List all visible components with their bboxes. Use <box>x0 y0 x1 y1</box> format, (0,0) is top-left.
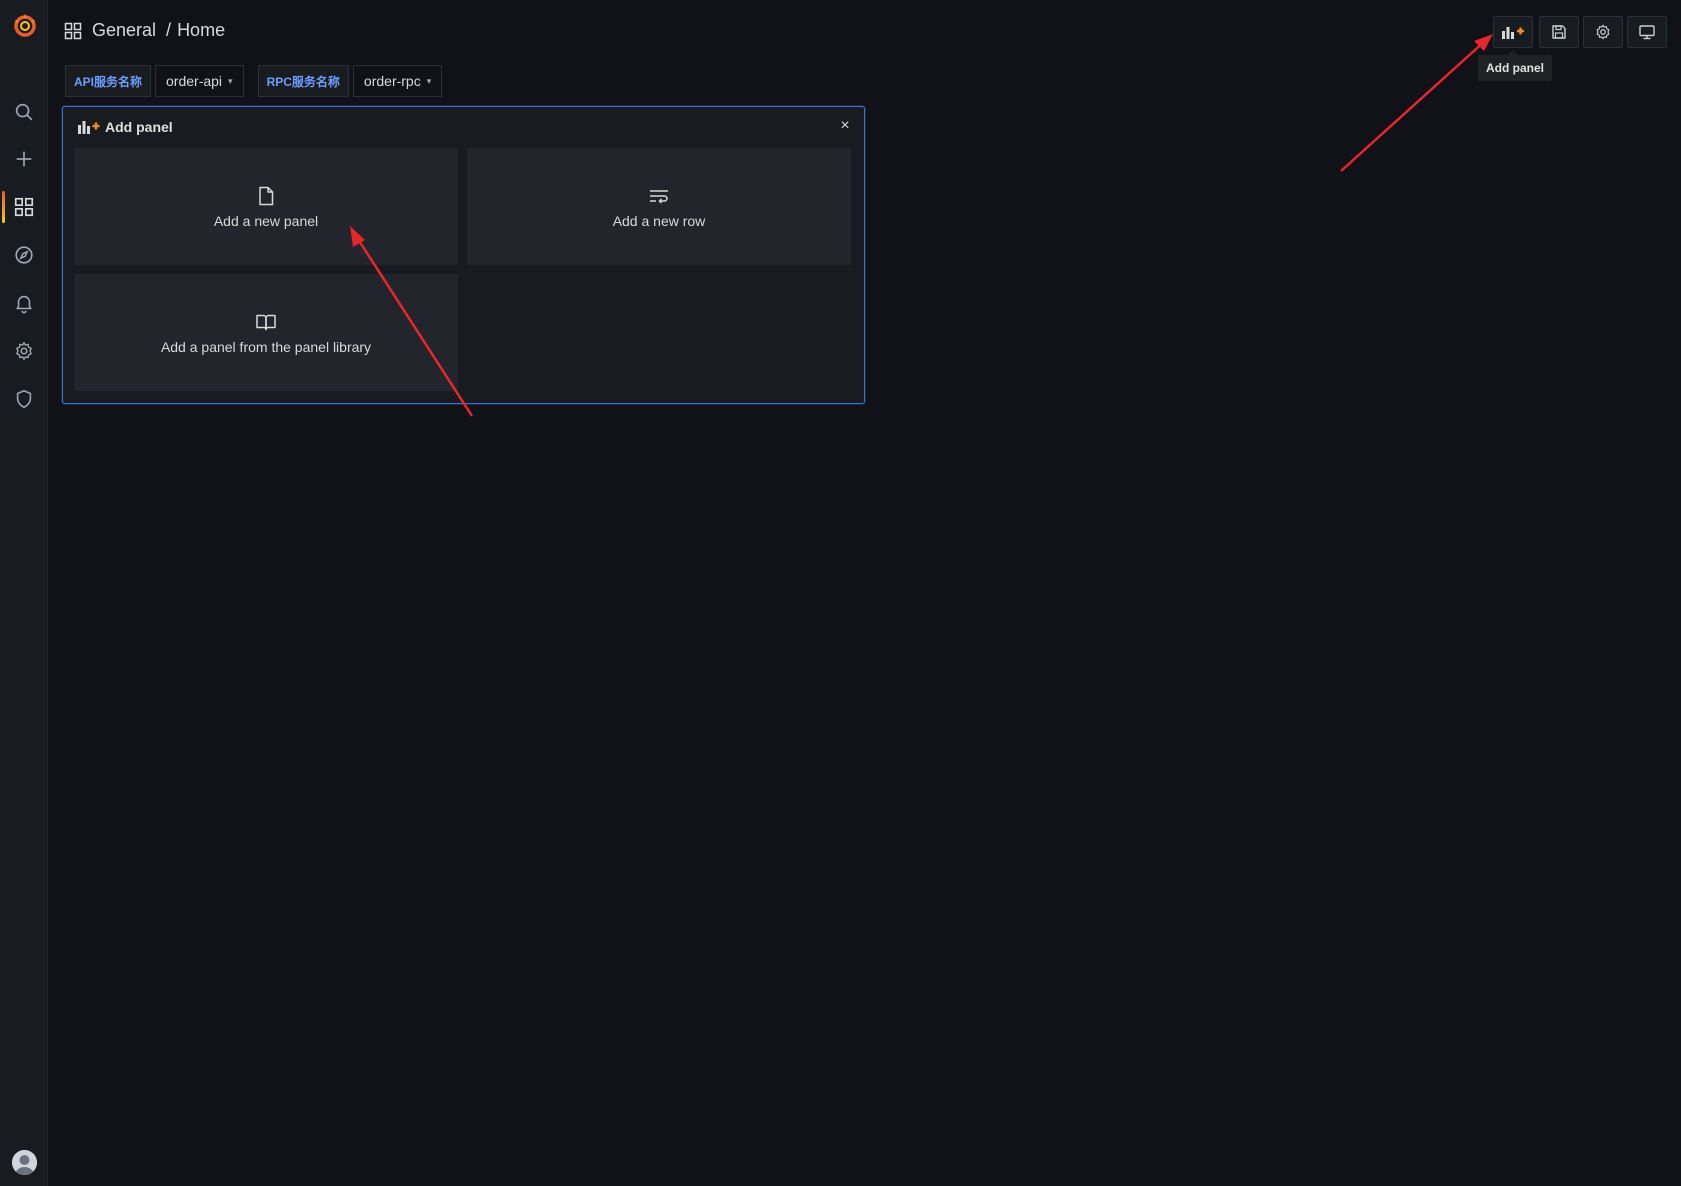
chevron-down-icon: ▾ <box>228 75 233 86</box>
bell-icon <box>16 295 32 314</box>
add-panel-button[interactable] <box>1493 16 1533 48</box>
breadcrumb-separator: / <box>166 20 172 40</box>
sidebar-item-create[interactable] <box>0 139 48 179</box>
add-panel-icon <box>1502 27 1524 39</box>
sidebar-item-alerting[interactable] <box>0 283 48 323</box>
add-panel-icon <box>78 121 100 134</box>
add-new-panel-label: Add a new panel <box>213 212 319 229</box>
user-avatar-icon <box>12 1150 37 1175</box>
explore-icon <box>15 246 33 264</box>
avatar[interactable] <box>12 1150 37 1175</box>
variable-label-rpc: RPC服务名称 <box>257 65 349 97</box>
save-dashboard-button[interactable] <box>1539 16 1579 48</box>
search-icon <box>15 103 33 121</box>
add-new-row-label: Add a new row <box>612 212 706 229</box>
gear-icon <box>16 342 32 360</box>
plus-icon <box>16 151 32 167</box>
template-variables: API服务名称 order-api ▾ RPC服务名称 order-rpc ▾ <box>65 65 443 97</box>
variable-value-rpc: order-rpc <box>363 73 421 89</box>
book-open-icon <box>256 314 276 330</box>
grafana-logo-icon[interactable] <box>10 10 40 40</box>
row-wrap-icon <box>650 189 668 204</box>
save-icon <box>1552 25 1566 39</box>
grafana-app: General / Home Add panel API服务名称 order-a… <box>0 0 1681 1186</box>
breadcrumb-folder[interactable]: General <box>92 20 156 41</box>
breadcrumb-dashboard-title[interactable]: Home <box>177 20 225 41</box>
dashboard-navbar: General / Home <box>48 0 1681 64</box>
add-panel-header[interactable]: Add panel <box>77 119 173 135</box>
dashboard-grid-icon <box>64 22 82 39</box>
chevron-down-icon: ▾ <box>426 75 432 86</box>
add-panel-title: Add panel <box>105 119 173 135</box>
variable-select-api[interactable]: order-api ▾ <box>155 65 244 97</box>
sidebar-item-search[interactable] <box>0 92 48 132</box>
dashboard-settings-button[interactable] <box>1583 16 1623 48</box>
variable-label-api: API服务名称 <box>65 65 152 97</box>
monitor-icon <box>1639 25 1655 40</box>
add-from-library-label: Add a panel from the panel library <box>160 338 372 355</box>
variable-select-rpc[interactable]: order-rpc ▾ <box>352 65 443 97</box>
add-panel-widget: Add panel × Add a new panel Add a new ro… <box>62 106 865 404</box>
sidebar-item-configuration[interactable] <box>0 331 48 371</box>
variable-value-api: order-api <box>166 73 223 89</box>
sidebar <box>0 0 48 1186</box>
dashboards-icon <box>14 197 34 217</box>
view-mode-button[interactable] <box>1627 16 1667 48</box>
sidebar-item-server-admin[interactable] <box>0 379 48 419</box>
sidebar-item-dashboards[interactable] <box>0 187 48 227</box>
add-new-row-option[interactable]: Add a new row <box>467 148 851 265</box>
breadcrumb: General / Home <box>64 20 225 41</box>
sidebar-item-explore[interactable] <box>0 235 48 275</box>
close-icon[interactable]: × <box>836 117 854 135</box>
shield-icon <box>16 389 32 409</box>
add-panel-tooltip: Add panel <box>1478 50 1553 81</box>
add-new-panel-option[interactable]: Add a new panel <box>74 148 458 265</box>
add-from-library-option[interactable]: Add a panel from the panel library <box>74 274 458 391</box>
file-icon <box>259 186 274 205</box>
gear-icon <box>1596 24 1610 40</box>
